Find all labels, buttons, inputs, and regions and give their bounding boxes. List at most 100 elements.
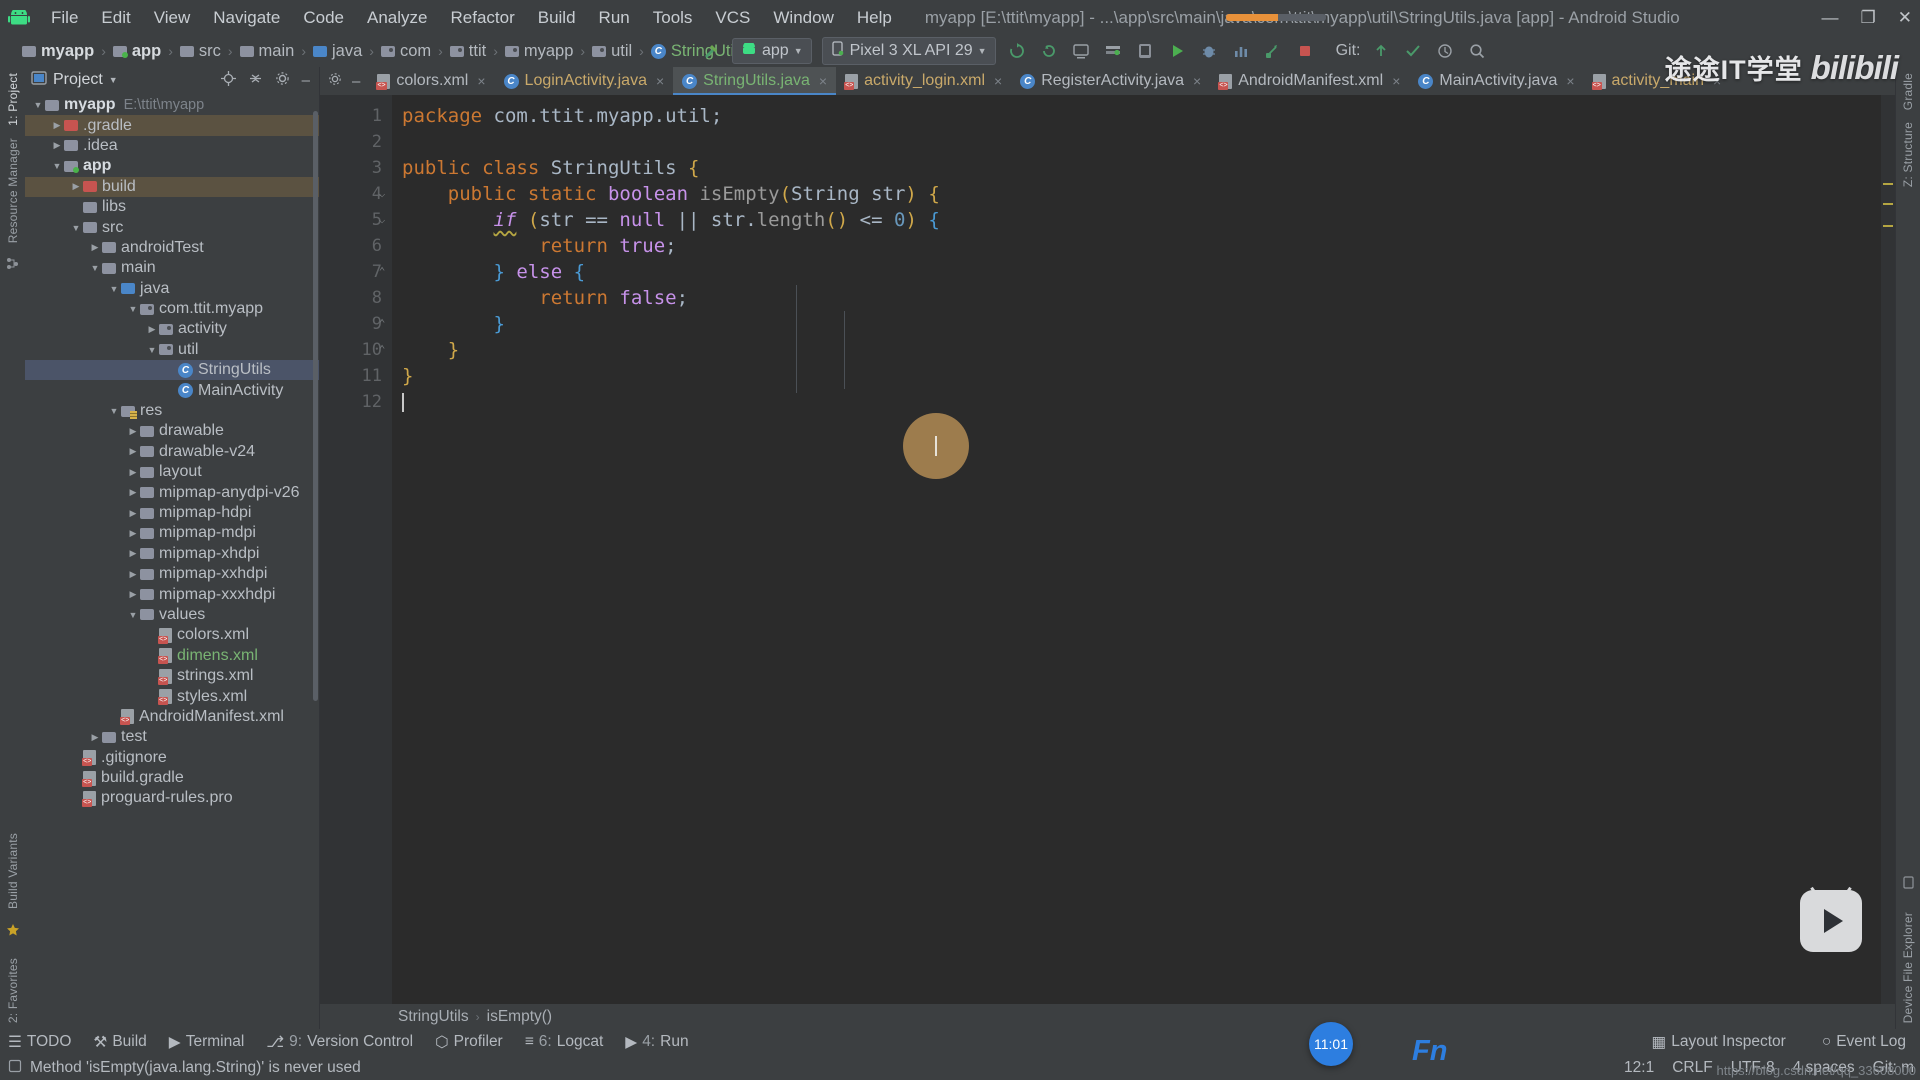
tree-item-activity[interactable]: ▶ activity bbox=[25, 319, 319, 339]
avd-icon-2[interactable] bbox=[1134, 40, 1156, 62]
code-line[interactable]: return true; bbox=[392, 233, 1895, 259]
editor-tab-loginactivity-java[interactable]: C LoginActivity.java × bbox=[494, 67, 674, 95]
maximize-button[interactable]: ❐ bbox=[1861, 8, 1876, 28]
menu-window[interactable]: Window bbox=[762, 5, 844, 31]
code-content[interactable]: package com.ttit.myapp.util; public clas… bbox=[392, 95, 1895, 1004]
tree-item-com-ttit-myapp[interactable]: ▼ com.ttit.myapp bbox=[25, 299, 319, 319]
tree-item-mainactivity[interactable]: C MainActivity bbox=[25, 380, 319, 400]
code-fold-icon[interactable]: ⌃ bbox=[375, 311, 389, 337]
project-tree[interactable]: ▼ myapp E:\ttit\myapp ▶ .gradle ▶ .idea ▼ app ▶ bu… bbox=[25, 93, 319, 1029]
code-line[interactable]: } bbox=[392, 311, 1895, 337]
bottom-tool-todo[interactable]: ☰ TODO bbox=[8, 1033, 71, 1052]
run-icon[interactable] bbox=[1166, 40, 1188, 62]
bottom-tool-run[interactable]: ▶ 4: Run bbox=[625, 1033, 688, 1052]
tree-item-libs[interactable]: libs bbox=[25, 197, 319, 217]
code-fold-icon[interactable]: ⌃ bbox=[375, 259, 389, 285]
tree-item-build-gradle[interactable]: build.gradle bbox=[25, 768, 319, 788]
tree-item-java[interactable]: ▼ java bbox=[25, 279, 319, 299]
chevron-down-icon[interactable]: ▼ bbox=[126, 304, 140, 314]
chevron-right-icon[interactable]: ▶ bbox=[50, 140, 64, 151]
hide-editor-icon[interactable]: – bbox=[352, 73, 360, 90]
chevron-down-icon[interactable]: ▼ bbox=[69, 223, 83, 233]
git-commit-icon[interactable] bbox=[1402, 40, 1424, 62]
menu-edit[interactable]: Edit bbox=[90, 5, 141, 31]
menu-code[interactable]: Code bbox=[292, 5, 355, 31]
chevron-right-icon[interactable]: ▶ bbox=[126, 487, 140, 498]
avd-manager-icon[interactable] bbox=[1070, 40, 1092, 62]
editor-tab-colors-xml[interactable]: colors.xml × bbox=[368, 67, 495, 95]
chevron-right-icon[interactable]: ▶ bbox=[126, 467, 140, 478]
chevron-right-icon[interactable]: ▶ bbox=[145, 324, 159, 335]
chevron-right-icon[interactable]: ▶ bbox=[126, 548, 140, 559]
rail-item-favorites[interactable]: 2: Favorites bbox=[6, 948, 20, 1029]
close-icon[interactable]: × bbox=[994, 73, 1002, 89]
profiler-icon[interactable] bbox=[1230, 40, 1252, 62]
code-line[interactable]: if (str == null || str.length() <= 0) { bbox=[392, 207, 1895, 233]
tree-item-mipmap-xhdpi[interactable]: ▶ mipmap-xhdpi bbox=[25, 544, 319, 564]
close-icon[interactable]: × bbox=[477, 73, 485, 89]
tree-item-drawable[interactable]: ▶ drawable bbox=[25, 421, 319, 441]
breadcrumb-ttit[interactable]: ttit bbox=[449, 42, 486, 61]
tree-item-values[interactable]: ▼ values bbox=[25, 605, 319, 625]
tree-item-myapp[interactable]: ▼ myapp E:\ttit\myapp bbox=[25, 95, 319, 115]
chevron-down-icon[interactable]: ▼ bbox=[126, 610, 140, 620]
chevron-right-icon[interactable]: ▶ bbox=[126, 528, 140, 539]
code-fold-icon[interactable]: ⌵ bbox=[375, 181, 389, 207]
menu-vcs[interactable]: VCS bbox=[704, 5, 761, 31]
chevron-right-icon[interactable]: ▶ bbox=[88, 242, 102, 253]
breadcrumb-app[interactable]: app bbox=[112, 42, 161, 61]
build-hammer-icon[interactable] bbox=[700, 40, 722, 62]
tree-item-mipmap-xxxhdpi[interactable]: ▶ mipmap-xxxhdpi bbox=[25, 584, 319, 604]
git-update-icon[interactable] bbox=[1370, 40, 1392, 62]
chevron-right-icon[interactable]: ▶ bbox=[88, 732, 102, 743]
editor-tab-activity-main[interactable]: activity_main × bbox=[1583, 67, 1731, 95]
menu-file[interactable]: File bbox=[40, 5, 89, 31]
editor-tab-registeractivity-java[interactable]: C RegisterActivity.java × bbox=[1011, 67, 1211, 95]
tree-item-androidtest[interactable]: ▶ androidTest bbox=[25, 238, 319, 258]
collapse-all-icon[interactable] bbox=[245, 71, 266, 90]
editor-tab-activity-login-xml[interactable]: activity_login.xml × bbox=[836, 67, 1012, 95]
chevron-right-icon[interactable]: ▶ bbox=[126, 426, 140, 437]
attach-debugger-icon[interactable] bbox=[1262, 40, 1284, 62]
menu-navigate[interactable]: Navigate bbox=[202, 5, 291, 31]
editor-tab-mainactivity-java[interactable]: C MainActivity.java × bbox=[1409, 67, 1584, 95]
sync-gradle-icon[interactable] bbox=[1006, 40, 1028, 62]
close-icon[interactable]: × bbox=[656, 73, 664, 89]
rail-item-gradle[interactable]: Gradle bbox=[1901, 67, 1915, 116]
chevron-down-icon[interactable]: ▼ bbox=[145, 345, 159, 355]
sync-project-icon[interactable] bbox=[1038, 40, 1060, 62]
chevron-down-icon[interactable]: ▼ bbox=[50, 161, 64, 171]
breadcrumb-src[interactable]: src bbox=[179, 42, 221, 61]
git-history-icon[interactable] bbox=[1434, 40, 1456, 62]
target-locate-icon[interactable] bbox=[218, 70, 239, 90]
chevron-down-icon[interactable]: ▼ bbox=[109, 75, 118, 85]
tree-item-mipmap-anydpi-v26[interactable]: ▶ mipmap-anydpi-v26 bbox=[25, 482, 319, 502]
rail-item-resource-manager[interactable]: Resource Manager bbox=[6, 132, 20, 249]
menu-view[interactable]: View bbox=[143, 5, 202, 31]
close-button[interactable]: ✕ bbox=[1898, 8, 1912, 28]
tree-item-proguard-rules-pro[interactable]: proguard-rules.pro bbox=[25, 788, 319, 808]
sdk-manager-icon[interactable] bbox=[1102, 40, 1124, 62]
chevron-down-icon[interactable]: ▼ bbox=[88, 263, 102, 273]
tree-item-idea[interactable]: ▶ .idea bbox=[25, 136, 319, 156]
breadcrumb-myapp[interactable]: myapp bbox=[22, 42, 94, 61]
code-line[interactable]: } bbox=[392, 363, 1895, 389]
chevron-down-icon[interactable]: ▼ bbox=[107, 406, 121, 416]
code-line[interactable] bbox=[392, 129, 1895, 155]
breadcrumb-class[interactable]: StringUtils bbox=[398, 1008, 469, 1026]
breadcrumb-myapp-pkg[interactable]: myapp bbox=[504, 42, 573, 61]
module-selector[interactable]: app ▼ bbox=[732, 38, 812, 64]
project-tree-scrollbar[interactable] bbox=[313, 111, 318, 701]
editor-tab-androidmanifest-xml[interactable]: AndroidManifest.xml × bbox=[1210, 67, 1410, 95]
structure-rail-icon[interactable] bbox=[6, 257, 19, 273]
breadcrumb-util[interactable]: util bbox=[592, 42, 632, 61]
tree-item-gitignore[interactable]: .gitignore bbox=[25, 748, 319, 768]
breadcrumb-java[interactable]: java bbox=[312, 42, 362, 61]
menu-tools[interactable]: Tools bbox=[642, 5, 704, 31]
stop-icon[interactable] bbox=[1294, 40, 1316, 62]
close-icon[interactable]: × bbox=[1193, 73, 1201, 89]
menu-run[interactable]: Run bbox=[588, 5, 641, 31]
chevron-right-icon[interactable]: ▶ bbox=[50, 120, 64, 131]
tree-item-drawable-v24[interactable]: ▶ drawable-v24 bbox=[25, 442, 319, 462]
chevron-down-icon[interactable]: ▼ bbox=[31, 100, 45, 110]
